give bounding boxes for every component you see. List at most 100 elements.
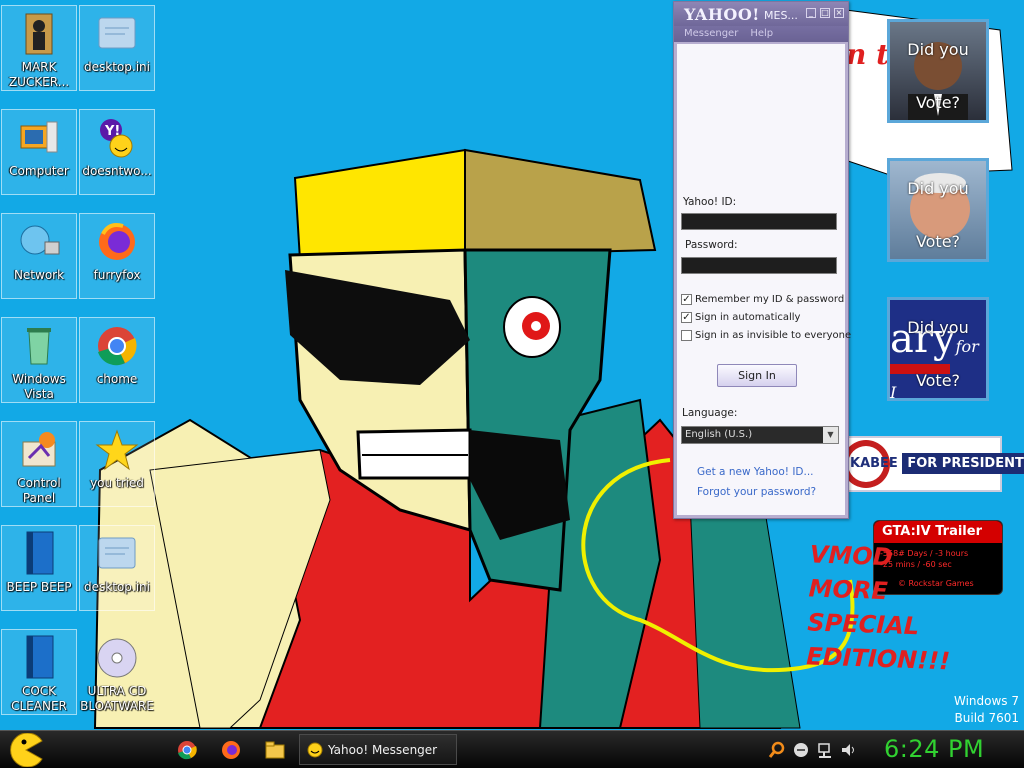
tray-search[interactable] [768,741,786,759]
checkbox-label: Remember my ID & password [695,294,845,305]
vote-card-obama[interactable]: Did you Vote? [887,19,989,123]
desktop-icon-label: you tried [90,476,144,490]
huckabee-right: FOR PRESIDENT [902,453,1024,474]
yahoo-logo: YAHOO! [684,5,760,24]
task-label: Yahoo! Messenger [328,742,438,757]
network-icon [20,225,60,255]
language-select[interactable]: English (U.S.) ▼ [681,426,839,444]
vmod-line: VMOD [809,540,894,572]
desktop-icon-label: ULTRA CD BLOATWARE [80,684,154,713]
menu-help[interactable]: Help [750,26,773,42]
blue-book-icon [26,635,54,679]
chevron-down-icon[interactable]: ▼ [823,427,838,443]
start-button[interactable] [6,732,46,768]
desktop-icon-label: COCK CLEANER [11,684,67,713]
tray-volume[interactable] [840,741,858,759]
speech-bubble-text: n t [846,38,890,71]
star-icon [95,429,139,471]
sign-in-button[interactable]: Sign In [717,364,797,387]
remember-checkbox[interactable]: ✓ Remember my ID & password [681,294,844,305]
desktop-icon-cock-cleaner[interactable]: COCK CLEANER [1,629,77,715]
language-value: English (U.S.) [685,429,753,440]
close-icon[interactable]: × [834,8,844,18]
taskbar-clock[interactable]: 6:24 PM [884,735,984,763]
taskbar-firefox[interactable] [220,739,242,761]
taskbar-explorer[interactable] [264,739,286,761]
checkbox-unchecked-icon[interactable] [681,330,692,341]
yahoo-menu-bar: Messenger Help [674,26,848,42]
desktop-icon-label: chome [96,372,138,386]
checkbox-checked-icon[interactable]: ✓ [681,312,692,323]
chrome-icon [98,327,137,366]
maximize-icon[interactable]: □ [820,8,830,18]
desktop-icon-label: BEEP BEEP [6,580,72,594]
yahoo-id-field[interactable] [681,213,837,230]
window-controls: _ □ × [806,8,844,18]
yahoo-login-panel: Yahoo! ID: Password: ✓ Remember my ID & … [677,44,851,515]
menu-messenger[interactable]: Messenger [684,26,738,42]
desktop-icon-yahoo[interactable]: Y! doesntwo... [79,109,155,195]
vote-card-line2: Vote? [915,232,961,251]
windows-build-info: Windows 7 Build 7601 [954,693,1019,727]
checkbox-checked-icon[interactable]: ✓ [681,294,692,305]
desktop-icon-label: Computer [9,164,69,178]
pacman-start-icon [10,732,43,768]
tray-circle[interactable] [792,741,810,759]
search-icon [768,741,785,758]
desktop-icon-ultra-cd[interactable]: ULTRA CD BLOATWARE [79,629,155,715]
minimize-icon[interactable]: _ [806,8,816,18]
vote-card-line1: Did you [907,40,969,59]
desktop-icon-computer[interactable]: Computer [1,109,77,195]
desktop-icon-label: furryfox [93,268,141,282]
desktop-icon-furryfox[interactable]: furryfox [79,213,155,299]
yahoo-smiley-icon [307,742,323,757]
huckabee-left: KABEE [850,456,898,471]
huckabee-text: KABEE FOR PRESIDENT [848,453,1024,474]
settings-file-icon [98,537,136,569]
taskbar-yahoo-messenger[interactable]: Yahoo! Messenger [299,734,457,765]
yahoo-title-bar[interactable]: YAHOO! MES... _ □ × [674,2,848,26]
circle-minus-icon [794,743,808,757]
vote-card-line2: Vote? [915,371,961,390]
desktop-icon-label: MARK ZUCKER... [8,60,70,89]
network-tray-icon [818,743,831,758]
desktop-icon-network[interactable]: Network [1,213,77,299]
taskbar: Yahoo! Messenger 6:24 PM [0,730,1024,768]
yahoo-title-suffix: MES... [764,9,798,22]
auto-signin-checkbox[interactable]: ✓ Sign in automatically [681,312,800,323]
tray-network[interactable] [816,741,834,759]
desktop-icon-mark-zucker[interactable]: MARK ZUCKER... [1,5,77,91]
desktop-icon-you-tried[interactable]: you tried [79,421,155,507]
password-field[interactable] [681,257,837,274]
firefox-icon [99,223,135,260]
vmod-line: MORE [808,574,889,606]
settings-file-icon [98,17,136,49]
new-yahoo-id-link[interactable]: Get a new Yahoo! ID... [697,466,814,478]
desktop-icon-desktop-ini-2[interactable]: desktop.ini [79,525,155,611]
control-panel-icon [22,432,56,467]
desktop-icon-beep-beep[interactable]: BEEP BEEP [1,525,77,611]
forgot-password-link[interactable]: Forgot your password? [697,486,816,498]
vmod-line: SPECIAL [806,608,920,641]
desktop-icon-windows-vista[interactable]: Windows Vista [1,317,77,403]
huckabee-banner[interactable]: KABEE FOR PRESIDENT [844,436,1024,492]
desktop-icon-label: Windows Vista [12,372,66,401]
vote-card-hillary[interactable]: aryfor I Did you Vote? [887,297,989,402]
os-build: Build 7601 [954,711,1019,725]
folder-icon [265,741,285,759]
checkbox-label: Sign in automatically [695,312,801,323]
desktop-icon-label: Control Panel [17,476,61,505]
invisible-checkbox[interactable]: Sign in as invisible to everyone [681,330,851,341]
vote-card-line2: Vote? [915,93,961,112]
desktop-icon-chome[interactable]: chome [79,317,155,403]
book-figure-icon [25,13,53,55]
vote-card-mccain[interactable]: Did you Vote? [887,158,989,262]
desktop-icon-desktop-ini[interactable]: desktop.ini [79,5,155,91]
yahoo-messenger-window[interactable]: YAHOO! MES... _ □ × Messenger Help Yahoo… [673,1,851,519]
desktop-icon-label: desktop.ini [84,580,150,594]
yahoo-id-label: Yahoo! ID: [683,196,737,208]
chrome-icon [178,741,197,760]
vmod-edition-text: VMOD MORE SPECIAL EDITION!!! [806,537,961,678]
desktop-icon-control-panel[interactable]: Control Panel [1,421,77,507]
taskbar-chrome[interactable] [176,739,198,761]
